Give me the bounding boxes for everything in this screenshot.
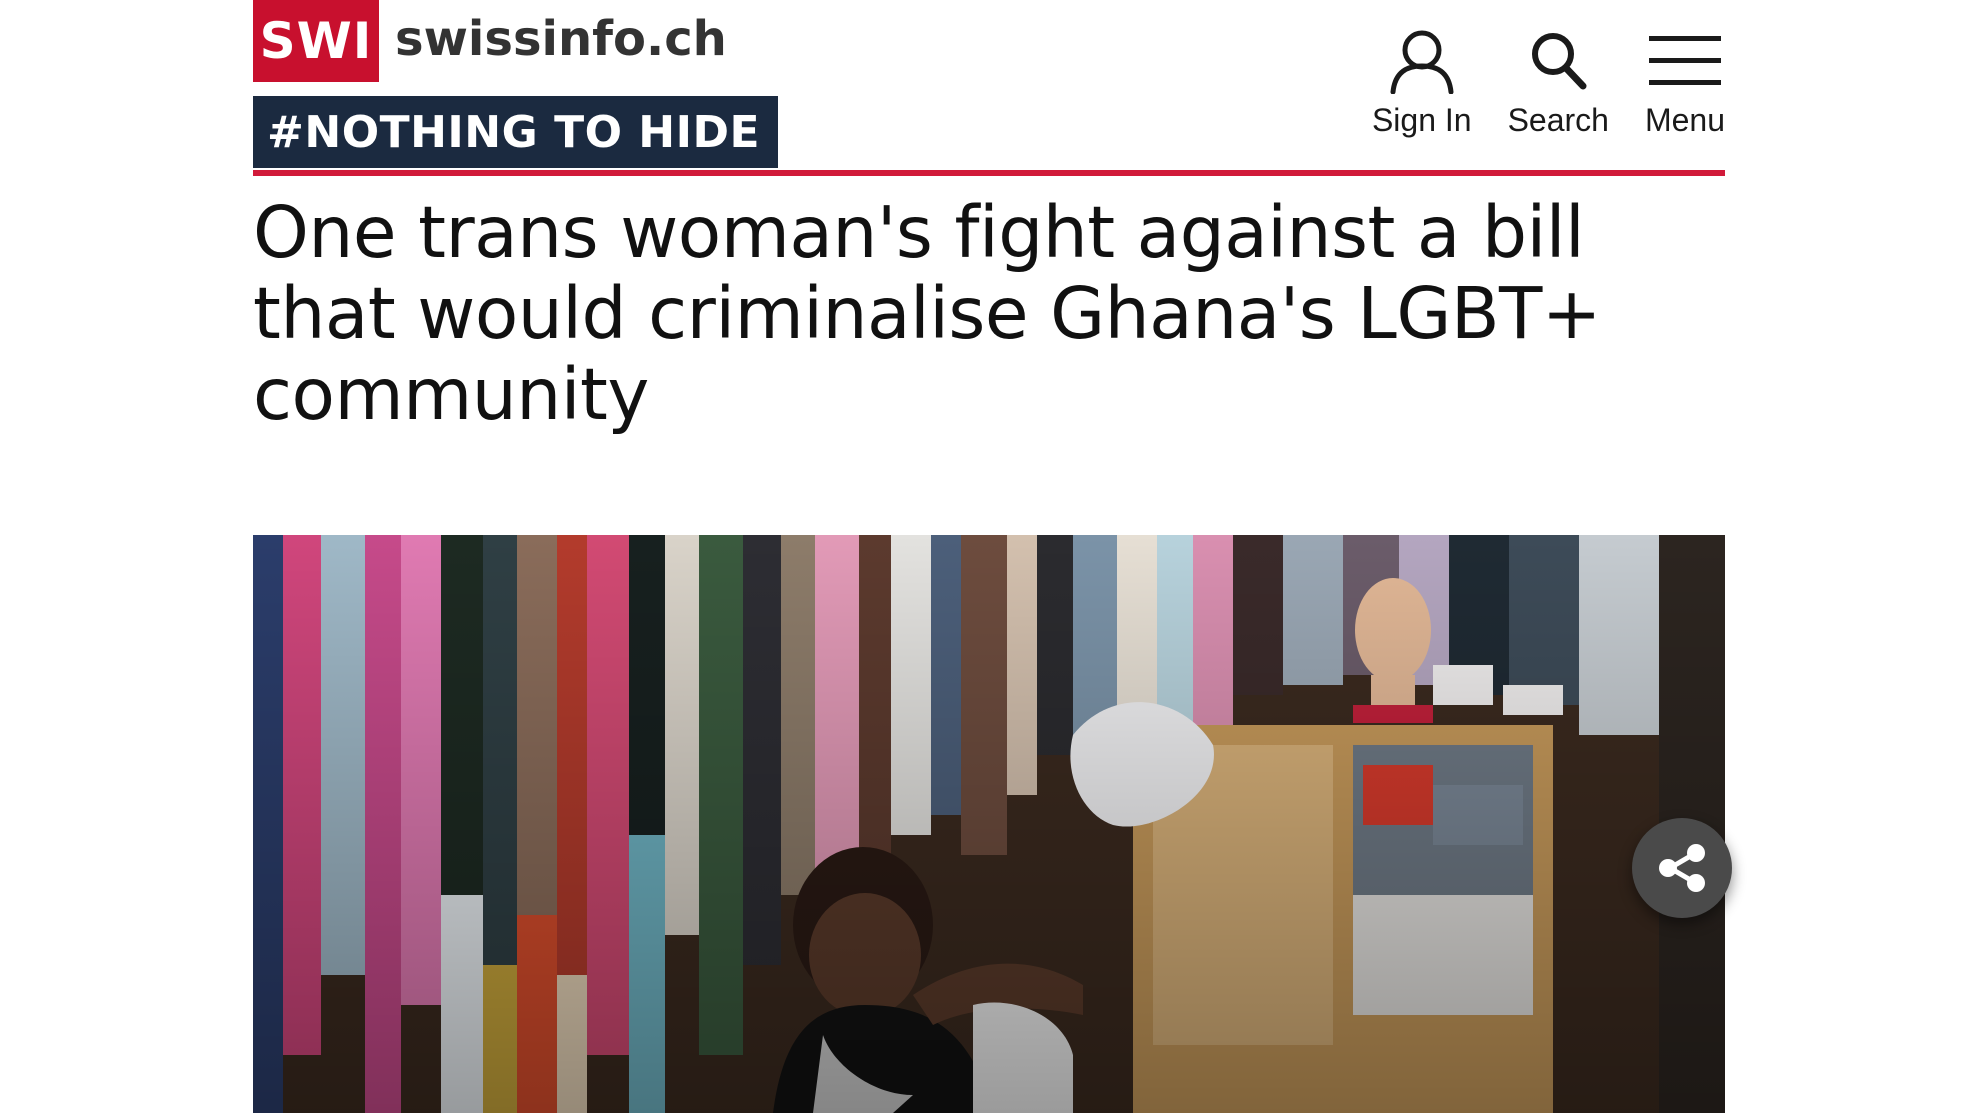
- menu-label: Menu: [1644, 102, 1725, 138]
- menu-button[interactable]: Menu: [1645, 28, 1725, 139]
- sign-in-button[interactable]: Sign In: [1372, 28, 1472, 139]
- hamburger-menu-icon: [1648, 36, 1721, 85]
- campaign-tag-link[interactable]: #NOTHING TO HIDE: [253, 96, 779, 168]
- site-name: swissinfo.ch: [395, 11, 727, 67]
- article-headline: One trans woman's fight against a bill t…: [253, 191, 1601, 436]
- search-icon: [1532, 33, 1587, 90]
- user-icon: [1390, 30, 1454, 94]
- header-nav: Sign In Search Menu: [1372, 28, 1725, 139]
- share-button[interactable]: [1632, 818, 1732, 918]
- search-label: Search: [1507, 102, 1609, 138]
- site-logo-link[interactable]: SWI swissinfo.ch: [253, 0, 727, 82]
- sign-in-label: Sign In: [1371, 102, 1472, 138]
- hero-image: [253, 535, 1725, 1113]
- share-icon: [1659, 844, 1705, 892]
- header-divider: [253, 170, 1725, 176]
- search-button[interactable]: Search: [1508, 28, 1609, 139]
- hero-photo: [253, 535, 1725, 1113]
- page: SWI swissinfo.ch #NOTHING TO HIDE Sign I…: [0, 0, 1971, 1113]
- swi-logo-badge: SWI: [253, 0, 379, 82]
